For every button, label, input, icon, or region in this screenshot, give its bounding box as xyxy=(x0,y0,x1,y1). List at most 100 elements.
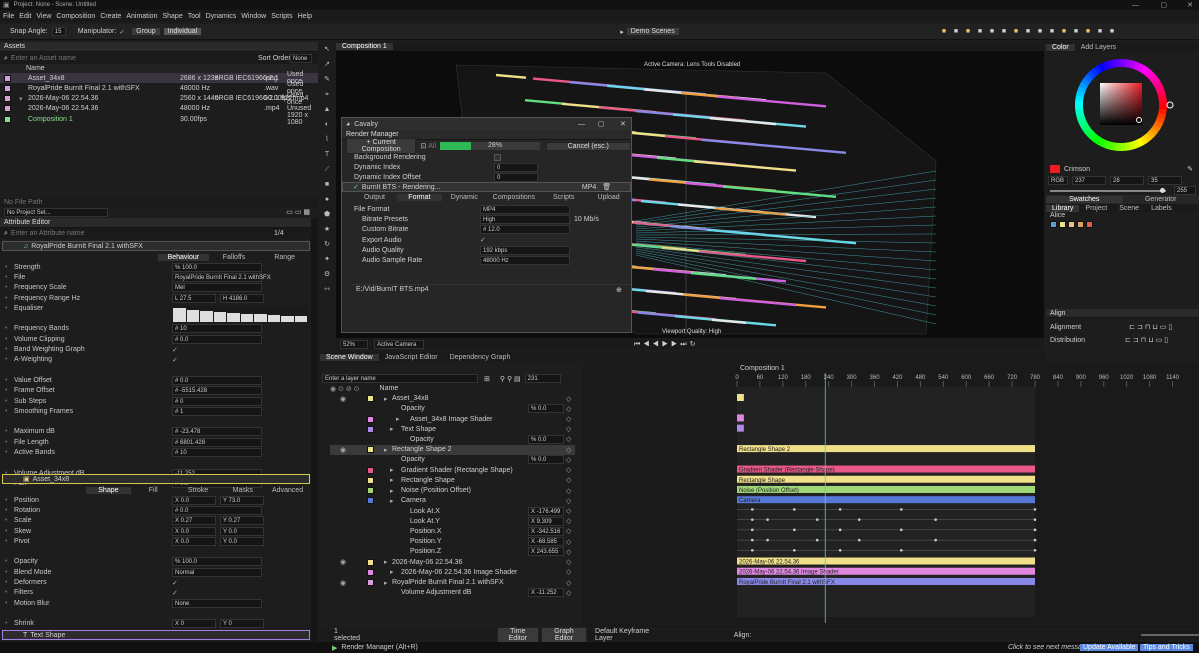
toolbar-icon[interactable]: ■ xyxy=(940,28,948,36)
tab-output[interactable]: Output xyxy=(352,194,397,201)
tab-range[interactable]: Range xyxy=(259,254,310,261)
keyframe-dot[interactable] xyxy=(750,508,754,511)
layer-value[interactable]: X 243.655 xyxy=(528,547,564,557)
attr-value-field[interactable]: # -23.478 xyxy=(172,427,262,437)
keyframe-dot[interactable] xyxy=(793,549,796,552)
equaliser-band[interactable] xyxy=(186,310,199,322)
tab-labels[interactable]: Labels xyxy=(1145,205,1178,212)
tool-icon[interactable]: ★ xyxy=(323,226,331,234)
keyframe-icon[interactable]: ◇ xyxy=(566,425,571,433)
keyframe-dot[interactable] xyxy=(899,508,903,511)
close-button[interactable]: ✕ xyxy=(620,120,626,128)
attr-value-field[interactable]: None xyxy=(172,598,262,608)
checkbox-icon[interactable]: ✓ xyxy=(172,356,178,364)
layer-row[interactable]: Opacity % 0.0 ◇ xyxy=(330,455,575,465)
timeline-bar[interactable] xyxy=(737,394,744,401)
add-layer-icon[interactable]: ⊞ xyxy=(484,375,490,383)
status-message[interactable]: Click to see next message xyxy=(1008,644,1090,651)
attr-value-field[interactable]: # 10 xyxy=(172,448,262,458)
folder-icon[interactable]: ▭ ▭ ▦ xyxy=(286,208,310,216)
tool-icon[interactable]: ↻ xyxy=(323,241,331,249)
red-field[interactable]: 237 xyxy=(1072,175,1106,185)
equaliser-band[interactable] xyxy=(200,311,213,322)
menu-item[interactable]: Window xyxy=(241,13,266,20)
keyframe-dot[interactable] xyxy=(750,528,754,532)
tool-icon[interactable]: ⌖ xyxy=(323,91,331,99)
blue-field[interactable]: 35 xyxy=(1148,175,1182,185)
keyframe-icon[interactable]: ◇ xyxy=(566,466,571,474)
asset-search-input[interactable]: Enter an Asset name xyxy=(11,55,211,62)
keyframe-icon[interactable]: ◇ xyxy=(566,405,571,413)
green-field[interactable]: 28 xyxy=(1110,175,1144,185)
minimize-button[interactable]: — xyxy=(578,121,585,128)
asset-row[interactable]: Composition 1 30.00fps 1920 x 1080 xyxy=(0,112,318,126)
demo-scenes-button[interactable]: Demo Scenes xyxy=(625,27,680,36)
attr-scrollbar[interactable] xyxy=(311,218,318,653)
toolbar-icon[interactable]: ■ xyxy=(1000,28,1008,36)
render-manager-icon[interactable]: ▶ xyxy=(332,644,337,652)
layer-value[interactable]: X -68.585 xyxy=(528,537,564,547)
menu-item[interactable]: Edit xyxy=(19,13,31,20)
attr-value-field[interactable]: L 27.5 xyxy=(172,293,216,303)
current-composition-button[interactable]: + Current Composition xyxy=(346,138,417,154)
keyframe-icon[interactable]: ◇ xyxy=(566,589,571,597)
toolbar-icon[interactable]: ■ xyxy=(1072,28,1080,36)
attr-value-field-2[interactable]: H 4186.0 xyxy=(220,293,264,303)
keyframe-icon[interactable]: ◇ xyxy=(566,507,571,515)
distribute-icons[interactable]: ⊏⊐⊓⊔▭▯ xyxy=(1125,336,1170,344)
check-icon[interactable]: ✓ xyxy=(353,183,359,191)
palette-swatch[interactable] xyxy=(1059,221,1066,228)
color-swatch[interactable] xyxy=(1050,165,1060,173)
layer-value[interactable]: X -11.252 xyxy=(528,588,564,598)
keyframe-icon[interactable]: ◇ xyxy=(566,456,571,464)
asset-row[interactable]: RoyalPride BurnIt Final 2.1 withSFX 48000… xyxy=(0,81,318,95)
toolbar-icon[interactable]: ■ xyxy=(1108,28,1116,36)
checkbox-icon[interactable]: ✓ xyxy=(172,346,178,354)
toolbar-icon[interactable]: ■ xyxy=(952,28,960,36)
layer-row[interactable]: ▸ Asset_34x8 Image Shader ◇ xyxy=(330,414,575,424)
toolbar-icon[interactable]: ■ xyxy=(1048,28,1056,36)
graph-editor-button[interactable]: Graph Editor xyxy=(540,627,588,643)
keyframe-dot[interactable] xyxy=(793,508,796,511)
timeline-bar[interactable] xyxy=(737,424,744,432)
menu-item[interactable]: Tool xyxy=(188,13,201,20)
tool-icon[interactable]: ■ xyxy=(323,181,331,189)
menu-item[interactable]: Create xyxy=(100,13,121,20)
toolbar-icon[interactable]: ■ xyxy=(1084,28,1092,36)
tab-scripts[interactable]: Scripts xyxy=(541,194,586,201)
tool-icon[interactable]: ⬟ xyxy=(323,211,331,219)
menu-item[interactable]: Dynamics xyxy=(206,13,237,20)
dynamic-index-field[interactable]: 0 xyxy=(494,162,538,172)
layer-row[interactable]: ◉ ▸ 2026-May-06 22.54.36 ◇ xyxy=(330,557,575,567)
layer-search-input[interactable]: Enter a layer name xyxy=(322,374,478,383)
layer-row[interactable]: Position.Z X 243.655 ◇ xyxy=(330,547,575,557)
timeline-bar[interactable] xyxy=(737,496,1035,504)
toolbar-icon[interactable]: ■ xyxy=(1060,28,1068,36)
tool-icon[interactable]: ✦ xyxy=(323,256,331,264)
equaliser-band[interactable] xyxy=(227,313,240,322)
attr-value-field-2[interactable]: Y 0 xyxy=(220,619,264,629)
menu-item[interactable]: Shape xyxy=(162,13,182,20)
color-mode-select[interactable]: RGB xyxy=(1048,175,1068,185)
keyframe-dot[interactable] xyxy=(934,538,937,542)
tool-icon[interactable]: ● xyxy=(323,196,331,204)
keyframe-dot[interactable] xyxy=(934,518,937,521)
menu-item[interactable]: Animation xyxy=(126,13,157,20)
bg-render-checkbox[interactable] xyxy=(494,153,501,161)
tool-icon[interactable]: ⟋ xyxy=(323,166,331,174)
layer-row[interactable]: Opacity % 0.0 ◇ xyxy=(330,434,575,444)
zoom-select[interactable]: 52% xyxy=(340,339,368,349)
attr-value-field[interactable]: # 1 xyxy=(172,406,262,416)
default-keyframe-layer[interactable]: Default Keyframe Layer xyxy=(595,628,666,642)
equaliser-band[interactable] xyxy=(213,312,226,322)
palette-swatch[interactable] xyxy=(1077,221,1084,228)
tab-project[interactable]: Project xyxy=(1079,205,1113,212)
tab-dependency-graph[interactable]: Dependency Graph xyxy=(444,354,517,361)
palette-swatch[interactable] xyxy=(1086,221,1093,228)
toolbar-icon[interactable]: ■ xyxy=(988,28,996,36)
add-icon[interactable]: ⊕ xyxy=(616,286,622,294)
expand-arrow-icon[interactable]: ▾ xyxy=(19,95,25,103)
attr-value-field[interactable]: # 0.0 xyxy=(172,334,262,344)
equaliser-band[interactable] xyxy=(240,314,253,322)
tool-icon[interactable]: ◐ xyxy=(323,121,331,129)
